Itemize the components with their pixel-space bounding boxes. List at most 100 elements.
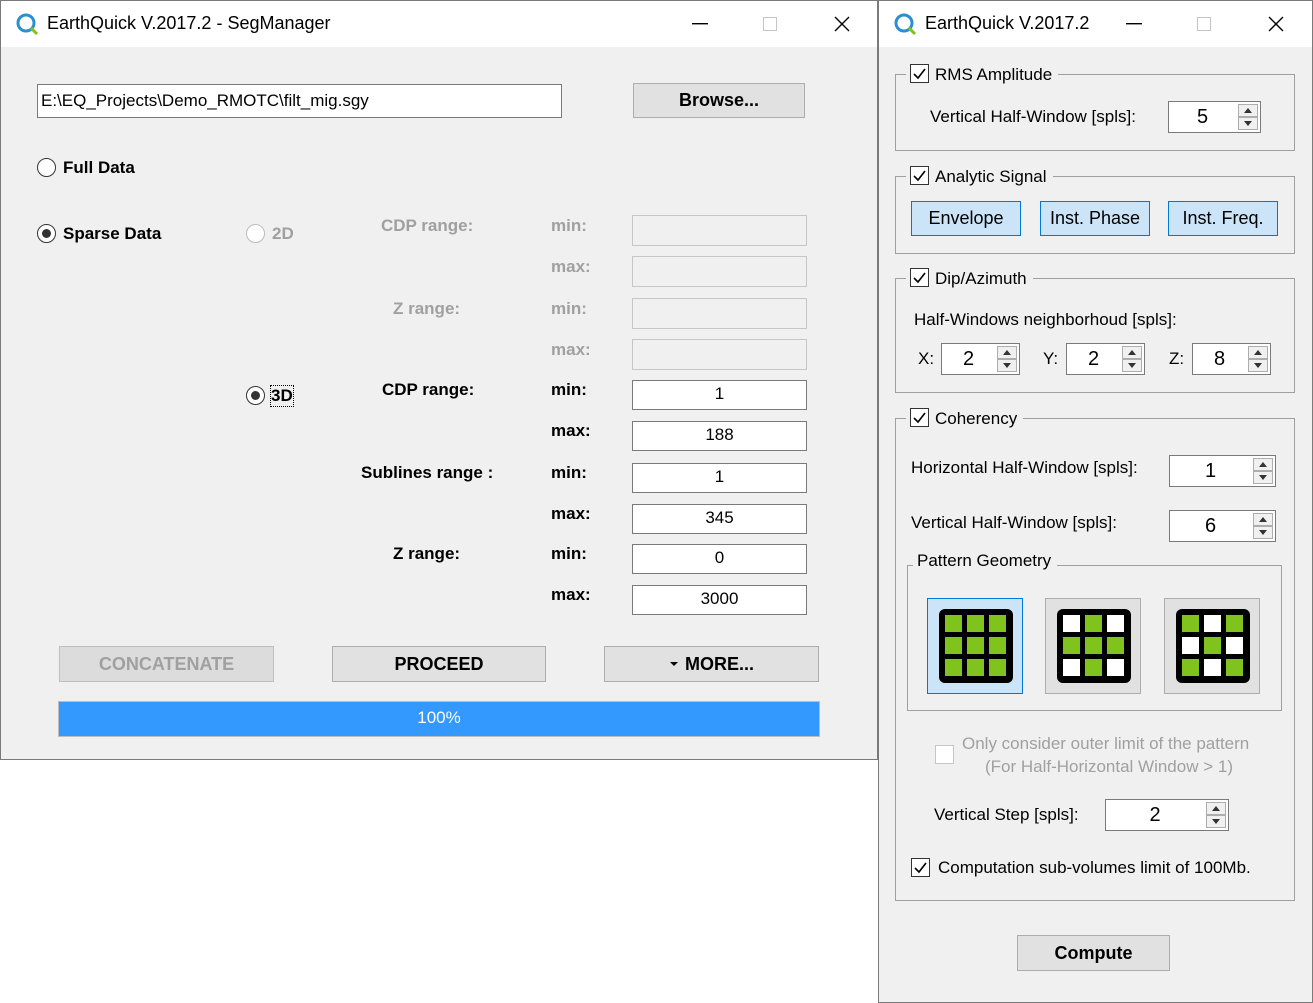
y-spinner[interactable]: 2 (1066, 343, 1145, 375)
z-spinner[interactable]: 8 (1192, 343, 1271, 375)
sublines-min-label: min: (551, 463, 587, 482)
cdp-min-2d-input[interactable] (632, 215, 807, 246)
concatenate-button[interactable]: CONCATENATE (59, 646, 274, 682)
cdp-max-2d-input[interactable] (632, 256, 807, 287)
spin-up-button[interactable] (997, 346, 1017, 359)
maximize-button[interactable] (755, 9, 785, 39)
cdp-max-3d-label: max: (551, 421, 591, 440)
spin-down-button[interactable] (1238, 117, 1258, 130)
checkmark-icon (913, 412, 926, 424)
outer-limit-label-line1: Only consider outer limit of the pattern (962, 734, 1250, 753)
spinner-value[interactable]: 6 (1170, 511, 1251, 541)
spin-up-button[interactable] (1248, 346, 1268, 359)
dip-azimuth-checkbox[interactable] (910, 268, 929, 287)
file-path-input[interactable]: E:\EQ_Projects\Demo_RMOTC\filt_mig.sgy (37, 84, 562, 118)
vertical-half-window-label: Vertical Half-Window [spls]: (911, 513, 1117, 532)
spinner-value[interactable]: 2 (1067, 344, 1120, 374)
spinner-value[interactable]: 5 (1169, 102, 1236, 132)
sub-volumes-checkbox[interactable] (911, 858, 930, 877)
cdp-max-2d-label: max: (551, 257, 591, 276)
arrow-down-icon (1254, 363, 1262, 368)
vertical-half-window-spinner[interactable]: 6 (1169, 510, 1276, 542)
x-spinner[interactable]: 2 (941, 343, 1020, 375)
spin-up-button[interactable] (1253, 458, 1273, 471)
spin-up-button[interactable] (1122, 346, 1142, 359)
arrow-up-icon (1003, 350, 1011, 355)
inst-freq-button[interactable]: Inst. Freq. (1168, 201, 1278, 236)
sparse-data-radio[interactable] (37, 224, 56, 243)
spin-down-button[interactable] (1122, 359, 1142, 372)
more-button[interactable]: MORE... (604, 646, 819, 682)
z-min-2d-label: min: (551, 299, 587, 318)
spin-up-button[interactable] (1206, 802, 1226, 815)
horizontal-half-window-spinner[interactable]: 1 (1169, 455, 1276, 487)
segmanager-window: EarthQuick V.2017.2 - SegManager E:\EQ_P… (0, 0, 878, 760)
sublines-max-input[interactable]: 345 (632, 504, 807, 534)
cdp-min-3d-input[interactable]: 1 (632, 380, 807, 410)
spin-up-button[interactable] (1238, 104, 1258, 117)
arrow-down-icon (1003, 363, 1011, 368)
spin-down-button[interactable] (1206, 815, 1226, 828)
arrow-up-icon (1259, 517, 1267, 522)
vertical-step-spinner[interactable]: 2 (1105, 799, 1229, 831)
minimize-icon (692, 23, 708, 25)
spin-down-button[interactable] (997, 359, 1017, 372)
analytic-signal-header: Analytic Signal (906, 166, 1053, 187)
z-max-3d-input[interactable]: 3000 (632, 585, 807, 615)
pattern-cross-button[interactable] (1045, 598, 1141, 694)
dip-azimuth-header: Dip/Azimuth (906, 268, 1033, 289)
spinner-value[interactable]: 2 (942, 344, 995, 374)
maximize-icon (763, 17, 777, 31)
pattern-diagonal-button[interactable] (1164, 598, 1260, 694)
cdp-min-3d-label: min: (551, 380, 587, 399)
minimize-button[interactable] (1119, 9, 1149, 39)
dropdown-arrow-icon (669, 662, 678, 666)
arrow-up-icon (1244, 108, 1252, 113)
z-label: Z: (1169, 349, 1185, 368)
outer-limit-checkbox[interactable] (935, 745, 954, 764)
spin-down-button[interactable] (1253, 526, 1273, 539)
analytic-signal-checkbox[interactable] (910, 166, 929, 185)
proceed-button[interactable]: PROCEED (332, 646, 546, 682)
arrow-down-icon (1259, 475, 1267, 480)
sublines-range-label: Sublines range : (361, 463, 494, 482)
cdp-range-2d-label: CDP range: (381, 216, 474, 235)
full-data-radio[interactable] (37, 158, 56, 177)
earthquick-logo-icon (894, 13, 917, 36)
spinner-value[interactable]: 2 (1106, 800, 1204, 830)
browse-button[interactable]: Browse... (633, 83, 805, 118)
spin-down-button[interactable] (1253, 471, 1273, 484)
z-min-2d-input[interactable] (632, 298, 807, 329)
spinner-value[interactable]: 8 (1193, 344, 1246, 374)
spinner-value[interactable]: 1 (1170, 456, 1251, 486)
close-button[interactable] (1261, 9, 1291, 39)
outer-limit-label-line2: (For Half-Horizontal Window > 1) (985, 757, 1233, 776)
earthquick-logo-icon (16, 13, 39, 36)
mode-2d-radio[interactable] (246, 224, 265, 243)
rms-vertical-half-window-spinner[interactable]: 5 (1168, 101, 1261, 133)
rms-vertical-half-window-label: Vertical Half-Window [spls]: (930, 107, 1136, 126)
z-max-2d-input[interactable] (632, 339, 807, 370)
maximize-button[interactable] (1189, 9, 1219, 39)
z-min-3d-input[interactable]: 0 (632, 544, 807, 574)
sublines-min-input[interactable]: 1 (632, 463, 807, 493)
rms-amplitude-label: RMS Amplitude (935, 65, 1053, 84)
cdp-range-3d-label: CDP range: (382, 380, 475, 399)
spin-down-button[interactable] (1248, 359, 1268, 372)
envelope-button[interactable]: Envelope (911, 201, 1021, 236)
pattern-full-button[interactable] (927, 598, 1023, 694)
minimize-button[interactable] (685, 9, 715, 39)
arrow-up-icon (1259, 462, 1267, 467)
spin-up-button[interactable] (1253, 513, 1273, 526)
cdp-max-3d-input[interactable]: 188 (632, 421, 807, 451)
dip-azimuth-group (895, 278, 1295, 393)
inst-phase-button[interactable]: Inst. Phase (1040, 201, 1150, 236)
coherency-checkbox[interactable] (910, 408, 929, 427)
close-button[interactable] (827, 9, 857, 39)
title-bar: EarthQuick V.2017.2 - SegManager (1, 1, 877, 47)
mode-3d-radio[interactable] (246, 386, 265, 405)
compute-button[interactable]: Compute (1017, 935, 1170, 971)
arrow-up-icon (1254, 350, 1262, 355)
rms-amplitude-checkbox[interactable] (910, 64, 929, 83)
mode-2d-label: 2D (272, 224, 294, 243)
